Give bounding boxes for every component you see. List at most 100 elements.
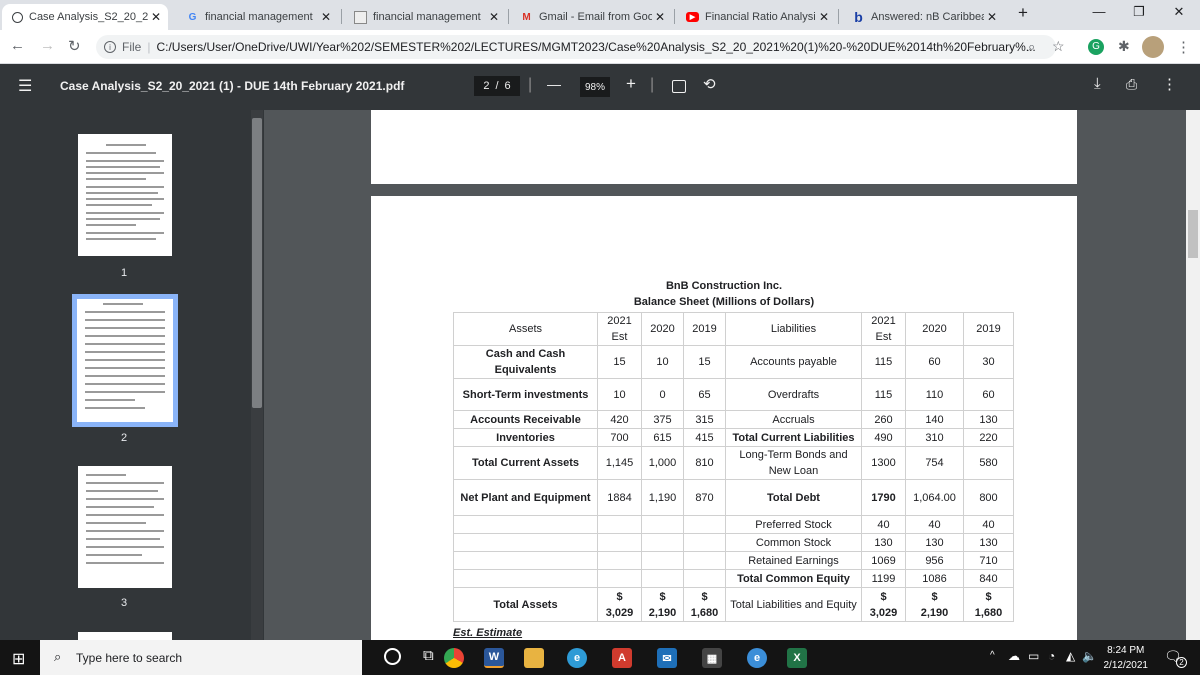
asset-label: Net Plant and Equipment <box>453 479 598 516</box>
tab-gmail[interactable]: M Gmail - Email from Goo ✕ <box>510 4 672 30</box>
viewer-scrollbar-thumb[interactable] <box>1188 210 1198 258</box>
chrome-taskbar-icon[interactable] <box>444 648 464 668</box>
back-icon[interactable]: ← <box>10 37 25 54</box>
tab-financial-management-2[interactable]: financial management ✕ <box>344 4 506 30</box>
asset-2020 <box>641 551 684 570</box>
bookmark-star-icon[interactable]: ☆ <box>1052 38 1065 55</box>
page-thumbnail-3[interactable] <box>78 466 172 588</box>
zoom-out-button[interactable]: — <box>547 76 561 92</box>
tab-financial-management-1[interactable]: G financial management ✕ <box>176 4 338 30</box>
viewer-scrollbar[interactable] <box>1186 110 1200 640</box>
liability-label: Accounts payable <box>725 345 862 379</box>
excel-icon[interactable]: X <box>787 648 807 668</box>
liability-2021: 1300 <box>861 446 906 480</box>
download-icon[interactable]: ⤓ <box>1094 75 1101 92</box>
search-icon[interactable]: ⌕ <box>1028 39 1035 55</box>
tab-label: Gmail - Email from Goo <box>539 11 652 23</box>
liability-label: Total Common Equity <box>725 569 862 588</box>
close-window-button[interactable]: ✕ <box>1164 4 1194 20</box>
liability-2021: 1199 <box>861 569 906 588</box>
liability-label: Preferred Stock <box>725 515 862 534</box>
rotate-icon[interactable]: ⟲ <box>703 75 716 93</box>
close-tab-icon[interactable]: ✕ <box>486 10 502 24</box>
edge-icon[interactable]: e <box>567 648 587 668</box>
tab-financial-ratio-analysis[interactable]: ▶ Financial Ratio Analysis ✕ <box>676 4 836 30</box>
hamburger-menu-icon[interactable]: ☰ <box>18 76 32 96</box>
wifi-icon[interactable]: ◭ <box>1066 649 1075 663</box>
menu-kebab-icon[interactable]: ⋮ <box>1176 38 1191 56</box>
url-scheme-label: File <box>122 40 142 54</box>
search-placeholder: Type here to search <box>76 650 183 665</box>
task-view-icon[interactable]: ⧉ <box>423 647 434 664</box>
document-icon <box>354 10 367 24</box>
sidebar-scrollbar-thumb[interactable] <box>252 118 262 408</box>
network-icon[interactable]: ◔ <box>1048 649 1055 663</box>
page-thumbnail-2-selected[interactable] <box>72 294 178 427</box>
liability-label: Retained Earnings <box>725 551 862 570</box>
windows-taskbar: ⊞ ⌕ Type here to search ⧉ W e A ✉ ▦ e X … <box>0 640 1200 675</box>
asset-2020: 615 <box>641 428 684 447</box>
onedrive-icon[interactable]: ☁ <box>1008 649 1020 663</box>
pdf-toolbar: ☰ Case Analysis_S2_20_2021 (1) - DUE 14t… <box>0 64 1200 110</box>
reload-icon[interactable]: ↻ <box>68 37 81 55</box>
windows-start-icon[interactable]: ⊞ <box>12 649 25 669</box>
url-field[interactable]: i File | C:/Users/User/OneDrive/UWI/Year… <box>96 35 1056 59</box>
profile-avatar[interactable] <box>1142 36 1164 58</box>
show-hidden-icons-chevron[interactable]: ^ <box>990 650 995 661</box>
table-row: Inventories 700 615 415 Total Current Li… <box>453 428 1014 447</box>
zoom-level-field[interactable]: 98% <box>580 77 610 97</box>
close-tab-icon[interactable]: ✕ <box>318 10 334 24</box>
current-page-input[interactable]: 2 <box>483 80 489 92</box>
page-thumbnail-1[interactable] <box>78 134 172 256</box>
tab-case-analysis[interactable]: Case Analysis_S2_20_20 ✕ <box>2 4 168 30</box>
grammarly-extension-icon[interactable]: G <box>1088 39 1104 55</box>
table-row: Cash and Cash Equivalents 15 10 15 Accou… <box>453 345 1014 379</box>
tab-bartleby[interactable]: b Answered: nB Caribbea ✕ <box>842 4 1004 30</box>
asset-label: Cash and Cash Equivalents <box>453 345 598 379</box>
mail-icon[interactable]: ✉ <box>657 648 677 668</box>
liability-label: Total Debt <box>725 479 862 516</box>
liability-label: Accruals <box>725 410 862 429</box>
liability-2019: 40 <box>963 515 1014 534</box>
table-row: Preferred Stock 40 40 40 <box>453 515 1014 534</box>
liability-2021: $ 3,029 <box>861 587 906 622</box>
year-2020-header: 2020 <box>641 312 684 346</box>
liability-2021: 115 <box>861 378 906 411</box>
print-icon[interactable]: ⎙ <box>1126 76 1137 93</box>
tab-label: financial management <box>205 11 313 23</box>
cortana-icon[interactable] <box>384 648 401 665</box>
asset-label <box>453 551 598 570</box>
more-actions-icon[interactable]: ⋮ <box>1162 75 1177 93</box>
clock-date: 2/12/2021 <box>1103 660 1149 671</box>
year-2021-est-header: 2021 Est <box>597 312 642 346</box>
liability-2019: 130 <box>963 410 1014 429</box>
close-tab-icon[interactable]: ✕ <box>148 10 164 24</box>
store-icon[interactable]: ▦ <box>702 648 722 668</box>
asset-label: Short-Term investments <box>453 378 598 411</box>
battery-icon[interactable]: ▭ <box>1028 649 1039 663</box>
asset-2021: 420 <box>597 410 642 429</box>
new-tab-button[interactable]: + <box>1008 3 1038 23</box>
forward-icon[interactable]: → <box>40 37 55 54</box>
zoom-in-button[interactable]: + <box>626 74 636 94</box>
extensions-puzzle-icon[interactable]: ✱ <box>1118 38 1130 55</box>
close-tab-icon[interactable]: ✕ <box>984 10 1000 24</box>
acrobat-icon[interactable]: A <box>612 648 632 668</box>
fit-to-page-icon[interactable] <box>672 80 686 93</box>
sidebar-scrollbar[interactable] <box>251 110 263 640</box>
taskbar-search-box[interactable]: ⌕ Type here to search <box>40 640 362 675</box>
taskbar-clock[interactable]: 8:24 PM 2/12/2021 <box>1104 643 1149 673</box>
word-taskbar-icon[interactable]: W <box>484 648 504 668</box>
close-tab-icon[interactable]: ✕ <box>652 10 668 24</box>
page-indicator[interactable]: 2 / 6 <box>474 76 520 96</box>
page-thumbnail-4[interactable] <box>78 632 172 640</box>
volume-icon[interactable]: 🔈 <box>1082 649 1097 663</box>
internet-explorer-icon[interactable]: e <box>747 648 767 668</box>
close-tab-icon[interactable]: ✕ <box>816 10 832 24</box>
file-explorer-icon[interactable] <box>524 648 544 668</box>
asset-label <box>453 533 598 552</box>
minimize-button[interactable]: — <box>1084 4 1114 19</box>
asset-label: Total Current Assets <box>453 446 598 480</box>
restore-button[interactable]: ❐ <box>1124 4 1154 20</box>
liability-label: Total Current Liabilities <box>725 428 862 447</box>
